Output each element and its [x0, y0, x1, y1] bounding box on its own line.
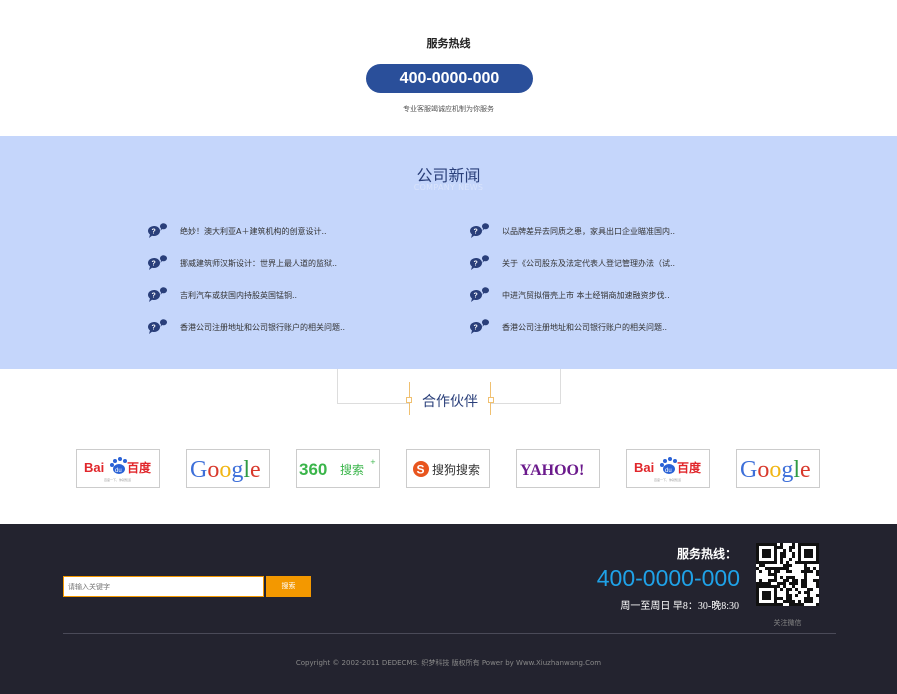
- search-input[interactable]: [63, 576, 264, 597]
- chat-bubble-icon: ?: [147, 255, 167, 270]
- svg-text:Google: Google: [740, 457, 811, 483]
- search-button[interactable]: 搜索: [266, 576, 311, 597]
- chat-bubble-icon: ?: [469, 287, 489, 302]
- footer-divider: [63, 633, 836, 634]
- svg-text:Bai: Bai: [634, 460, 654, 475]
- partner-logo-baidu[interactable]: Bai du 百度 百度一下，你就知道: [76, 449, 160, 488]
- chat-bubble-icon: ?: [147, 319, 167, 334]
- partner-logo-360[interactable]: 360 搜索 +: [296, 449, 380, 488]
- hotline-section: 服务热线 400-0000-000 专业客服竭诚应机制为你服务: [0, 0, 897, 136]
- svg-text:?: ?: [152, 325, 156, 332]
- news-item-title: 挪威建筑师汉斯设计：世界上最人道的监狱..: [180, 258, 338, 268]
- news-item[interactable]: ? 绝妙！澳大利亚A＋建筑机构的创意设计..: [147, 223, 327, 239]
- svg-text:?: ?: [152, 229, 156, 236]
- svg-text:?: ?: [474, 261, 478, 268]
- partner-logo-yahoo[interactable]: YAHOO!: [516, 449, 600, 488]
- news-item-title: 中进汽贸拟借壳上市 本土经销商加速融资步伐..: [502, 290, 670, 300]
- svg-text:百度一下，你就知道: 百度一下，你就知道: [654, 477, 681, 482]
- hotline-title: 服务热线: [426, 37, 471, 50]
- copyright-text: Copyright © 2002-2011 DEDECMS. 织梦科技 版权所有…: [295, 659, 514, 667]
- news-item[interactable]: ? 挪威建筑师汉斯设计：世界上最人道的监狱..: [147, 255, 337, 271]
- partner-logo-google[interactable]: Google: [186, 449, 270, 488]
- wechat-qr-code: [756, 543, 819, 606]
- company-news-section: 公司新闻 COMPANY NEWS ? 绝妙！澳大利亚A＋建筑机构的创意设计..?…: [0, 136, 897, 369]
- footer-hotline-number: 400-0000-000: [596, 565, 740, 591]
- partner-logo-baidu[interactable]: Bai du 百度 百度一下，你就知道: [626, 449, 710, 488]
- svg-text:?: ?: [152, 261, 156, 268]
- chat-bubble-icon: ?: [469, 223, 489, 238]
- svg-text:+: +: [370, 458, 376, 466]
- news-item[interactable]: ? 以品牌差异去同质之患，家具出口企业瞄准国内..: [469, 223, 675, 239]
- svg-text:百度: 百度: [677, 460, 702, 475]
- svg-text:Google: Google: [190, 457, 261, 483]
- news-item[interactable]: ? 香港公司注册地址和公司银行账户的相关问题..: [147, 319, 345, 335]
- svg-text:搜狗搜索: 搜狗搜索: [432, 462, 480, 477]
- svg-text:?: ?: [152, 293, 156, 300]
- news-item[interactable]: ? 中进汽贸拟借壳上市 本土经销商加速融资步伐..: [469, 287, 670, 303]
- svg-text:360: 360: [299, 460, 327, 479]
- news-title-en: COMPANY NEWS: [413, 183, 484, 192]
- hotline-number-badge[interactable]: 400-0000-000: [366, 64, 533, 93]
- qr-caption: 关注微信: [773, 619, 802, 627]
- chat-bubble-icon: ?: [469, 255, 489, 270]
- partners-title: 合作伙伴: [422, 394, 478, 410]
- hotline-subtitle: 专业客服竭诚应机制为你服务: [403, 105, 494, 113]
- news-item[interactable]: ? 关于《公司股东及法定代表人登记管理办法（试..: [469, 255, 675, 271]
- svg-text:?: ?: [474, 293, 478, 300]
- news-item-title: 以品牌差异去同质之患，家具出口企业瞄准国内..: [502, 226, 676, 236]
- svg-text:?: ?: [474, 229, 478, 236]
- chat-bubble-icon: ?: [469, 319, 489, 334]
- footer-bottom: Copyright © 2002-2011 DEDECMS. 织梦科技 版权所有…: [0, 640, 897, 694]
- chat-bubble-icon: ?: [147, 223, 167, 238]
- news-item-title: 关于《公司股东及法定代表人登记管理办法（试..: [502, 258, 676, 268]
- chat-bubble-icon: ?: [147, 287, 167, 302]
- svg-text:YAHOO!: YAHOO!: [520, 462, 584, 479]
- news-item-title: 吉利汽车或获国内持股英国锰铜..: [180, 290, 298, 300]
- copyright-link[interactable]: Www.Xiuzhanwang.Com: [516, 659, 601, 667]
- partner-logo-google[interactable]: Google: [736, 449, 820, 488]
- svg-text:搜索: 搜索: [340, 462, 364, 477]
- svg-text:S: S: [417, 462, 425, 476]
- news-item-title: 香港公司注册地址和公司银行账户的相关问题..: [180, 322, 346, 332]
- news-item[interactable]: ? 香港公司注册地址和公司银行账户的相关问题..: [469, 319, 667, 335]
- svg-text:百度: 百度: [127, 460, 152, 475]
- partner-logo-sogou[interactable]: S 搜狗搜索: [406, 449, 490, 488]
- svg-text:du: du: [115, 468, 122, 474]
- news-item-title: 绝妙！澳大利亚A＋建筑机构的创意设计..: [180, 226, 327, 236]
- svg-text:?: ?: [474, 325, 478, 332]
- svg-text:Bai: Bai: [84, 460, 104, 475]
- partners-section: 合作伙伴 Bai du 百度 百度一下，你就知道 Google 360 搜索 +…: [0, 369, 897, 524]
- news-item[interactable]: ? 吉利汽车或获国内持股英国锰铜..: [147, 287, 297, 303]
- copyright: Copyright © 2002-2011 DEDECMS. 织梦科技 版权所有…: [0, 658, 897, 668]
- svg-text:百度一下，你就知道: 百度一下，你就知道: [104, 477, 131, 482]
- footer: 搜索 服务热线： 400-0000-000 周一至周日 早8：30-晚8:30 …: [0, 524, 897, 640]
- svg-text:du: du: [665, 468, 672, 474]
- news-item-title: 香港公司注册地址和公司银行账户的相关问题..: [502, 322, 668, 332]
- footer-hotline-label: 服务热线：: [676, 547, 737, 561]
- footer-service-hours: 周一至周日 早8：30-晚8:30: [620, 601, 739, 612]
